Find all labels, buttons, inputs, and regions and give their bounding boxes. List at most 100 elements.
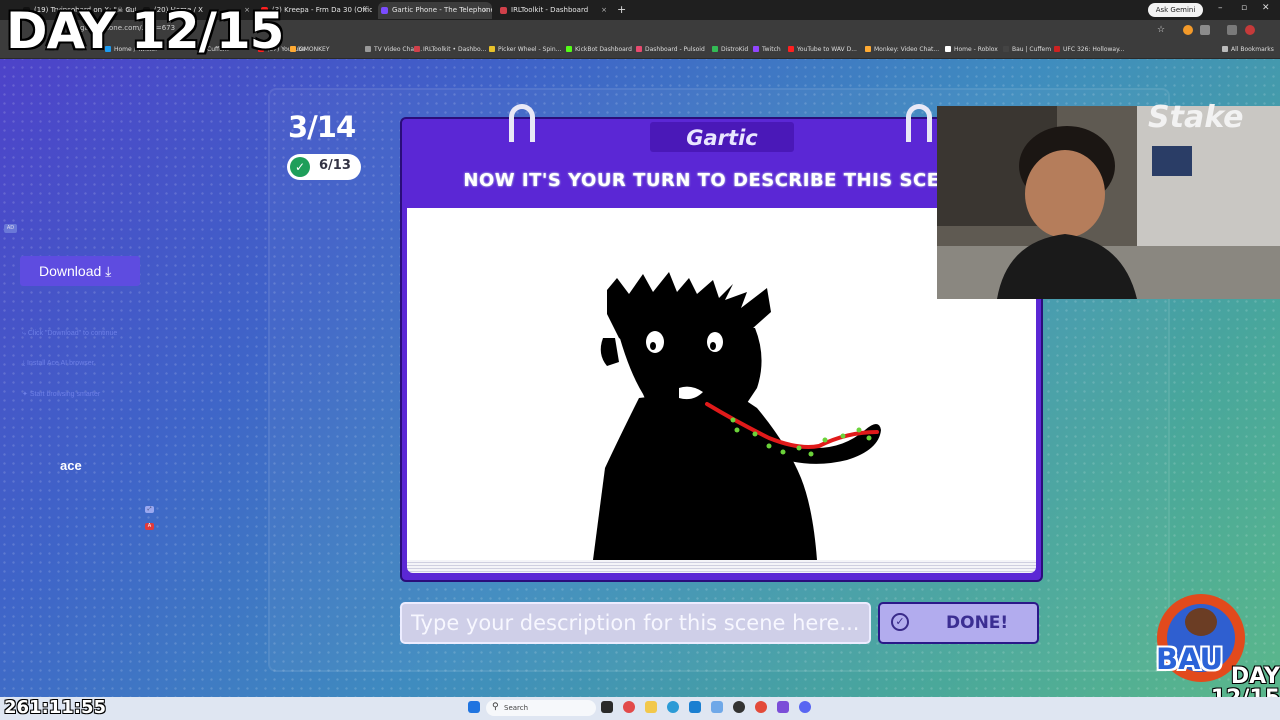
tab-label: (3) Kreepa - Frm Da 30 (Official xyxy=(272,6,372,14)
ad-step-text: Click "Download" to continue xyxy=(27,330,118,337)
downloads-icon[interactable] xyxy=(1227,25,1237,35)
extensions-icon[interactable] xyxy=(1200,25,1210,35)
bookmark-label: OMONKEY xyxy=(299,46,330,53)
stake-logo: Stake xyxy=(1148,100,1244,135)
drawing-pupil xyxy=(650,342,656,350)
drawing-pupil xyxy=(710,342,716,350)
ad-info-icon[interactable]: ⤢ xyxy=(145,506,154,513)
ace-logo: ace xyxy=(60,458,82,473)
bookmark-item[interactable]: Twitch xyxy=(753,46,781,53)
extension-icon[interactable] xyxy=(1183,25,1193,35)
ad-close-icon[interactable]: A xyxy=(145,523,154,530)
bookmark-favicon xyxy=(712,46,718,52)
bookmark-favicon xyxy=(788,46,794,52)
app-icon[interactable] xyxy=(689,701,701,713)
new-tab-icon[interactable]: + xyxy=(617,3,626,16)
bookmark-item[interactable]: IRLToolkit • Dashbo... xyxy=(414,46,486,53)
app-icon[interactable] xyxy=(623,701,635,713)
binder-ring-icon xyxy=(509,104,535,142)
paper-stack-edge xyxy=(407,560,1036,573)
ad-tag: AD xyxy=(4,224,17,233)
discord-icon[interactable] xyxy=(799,701,811,713)
bookmark-favicon xyxy=(865,46,871,52)
bookmark-favicon xyxy=(414,46,420,52)
bookmark-label: IRLToolkit • Dashbo... xyxy=(423,46,487,53)
bookmark-favicon xyxy=(753,46,759,52)
browser-tab[interactable]: IRLToolkit - Dashboard × xyxy=(497,2,611,19)
chrome-icon[interactable] xyxy=(755,701,767,713)
bookmark-item[interactable]: Dashboard - Pulsoid xyxy=(636,46,705,53)
binder-ring-icon xyxy=(906,104,932,142)
windows-start-icon[interactable] xyxy=(468,701,480,713)
drawing-eye xyxy=(707,332,723,352)
ad-step: ⤷ Click "Download" to continue xyxy=(22,330,118,337)
bookmark-label: Dashboard - Pulsoid xyxy=(645,46,705,53)
minimize-icon[interactable]: – xyxy=(1218,3,1223,13)
bookmark-favicon xyxy=(636,46,642,52)
bookmark-item[interactable]: Home - Roblox xyxy=(945,46,998,53)
stream-timer: 261:11:55 xyxy=(4,697,107,718)
bookmark-item[interactable]: UFC 326: Holloway... xyxy=(1054,46,1125,53)
close-window-icon[interactable]: ✕ xyxy=(1262,3,1270,13)
players-done-badge: ✓ 6/13 xyxy=(287,154,361,180)
bookmark-favicon xyxy=(489,46,495,52)
tab-favicon xyxy=(500,7,507,14)
taskbar-search[interactable]: Search xyxy=(486,700,596,716)
bookmark-label: Monkey: Video Chat... xyxy=(874,46,940,53)
bookmark-label: Home - Roblox xyxy=(954,46,998,53)
bookmark-label: UFC 326: Holloway... xyxy=(1063,46,1125,53)
stream-day-title: DAY 12/15 xyxy=(6,2,284,60)
search-icon: ⚲ xyxy=(492,702,499,712)
gartic-logo: Gartic xyxy=(686,126,758,150)
bookmark-label: Twitch xyxy=(762,46,781,53)
done-button[interactable]: ✓ DONE! xyxy=(878,602,1039,644)
bookmark-item[interactable]: OMONKEY xyxy=(290,46,330,53)
windows-taskbar xyxy=(0,697,1280,720)
bookmark-label: KickBot Dashboard xyxy=(575,46,632,53)
star-icon[interactable]: ☆ xyxy=(1157,25,1167,35)
close-icon[interactable]: × xyxy=(362,2,368,19)
done-label: DONE! xyxy=(946,613,1009,633)
file-explorer-icon[interactable] xyxy=(645,701,657,713)
ad-step: ✦ Start browsing smarter xyxy=(22,391,101,398)
edge-icon[interactable] xyxy=(667,701,679,713)
ad-step-text: Install Ace AI browser xyxy=(27,360,94,367)
task-view-icon[interactable] xyxy=(601,701,613,713)
bookmark-item[interactable]: YouTube to WAV D... xyxy=(788,46,857,53)
bookmark-favicon xyxy=(1054,46,1060,52)
bookmark-item[interactable]: Monkey: Video Chat... xyxy=(865,46,939,53)
bookmark-item[interactable]: KickBot Dashboard xyxy=(566,46,632,53)
bookmark-favicon xyxy=(945,46,951,52)
ad-step: ⤓ Install Ace AI browser xyxy=(22,360,94,367)
close-icon[interactable]: × xyxy=(601,2,607,19)
tab-label: Gartic Phone - The Telephone G xyxy=(392,6,492,14)
round-counter: 3/14 xyxy=(288,110,356,144)
avatar[interactable] xyxy=(1245,25,1255,35)
bookmark-favicon xyxy=(1003,46,1009,52)
all-bookmarks-label: All Bookmarks xyxy=(1231,46,1274,53)
bookmark-favicon xyxy=(566,46,572,52)
bookmark-label: YouTube to WAV D... xyxy=(797,46,857,53)
app-icon[interactable] xyxy=(733,701,745,713)
bookmark-item[interactable]: Picker Wheel - Spin... xyxy=(489,46,561,53)
bookmark-item[interactable]: Bau | Cuffem xyxy=(1003,46,1051,53)
app-icon[interactable] xyxy=(711,701,723,713)
close-icon[interactable]: × xyxy=(482,2,488,19)
bookmark-favicon xyxy=(365,46,371,52)
all-bookmarks[interactable]: All Bookmarks xyxy=(1222,46,1274,53)
app-icon[interactable] xyxy=(777,701,789,713)
bookmark-label: Picker Wheel - Spin... xyxy=(498,46,562,53)
players-done-count: 6/13 xyxy=(319,158,351,173)
bookmark-item[interactable]: DistroKid xyxy=(712,46,748,53)
browser-tab-active[interactable]: Gartic Phone - The Telephone G × xyxy=(378,2,492,19)
taskbar-search-label: Search xyxy=(504,704,529,712)
ad-step-text: Start browsing smarter xyxy=(29,391,101,398)
bookmark-label: Bau | Cuffem xyxy=(1012,46,1052,53)
maximize-icon[interactable]: ▫ xyxy=(1241,3,1247,13)
check-icon: ✓ xyxy=(891,613,909,631)
description-input[interactable] xyxy=(400,602,871,644)
drawing-ear xyxy=(600,338,619,366)
ad-download-button[interactable]: Download ⤓ xyxy=(20,256,140,286)
drawing-eye xyxy=(646,331,664,353)
ask-gemini-button[interactable]: Ask Gemini xyxy=(1148,3,1203,17)
